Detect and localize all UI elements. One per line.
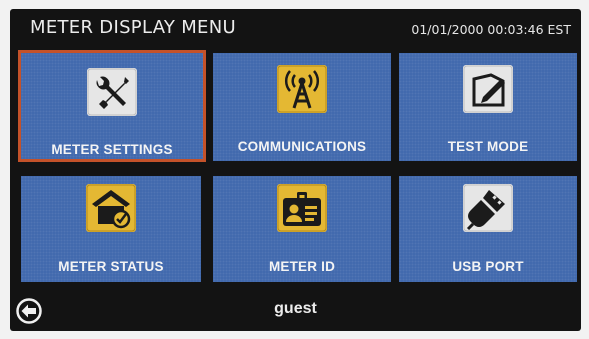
tile-label: METER STATUS [58,259,164,274]
datetime-readout: 01/01/2000 00:03:46 EST [411,22,571,37]
meter-status-button[interactable]: METER STATUS [21,176,201,282]
house-check-icon [86,184,136,232]
header-bar: METER DISPLAY MENU 01/01/2000 00:03:46 E… [10,9,581,49]
usb-plug-icon [463,184,513,232]
antenna-tower-icon [277,65,327,113]
current-user: guest [274,300,317,317]
tile-label: USB PORT [452,259,524,274]
communications-button[interactable]: COMMUNICATIONS [213,53,391,161]
test-mode-button[interactable]: TEST MODE [399,53,577,161]
meter-id-button[interactable]: METER ID [213,176,391,282]
tile-label: TEST MODE [447,139,529,154]
wrench-screwdriver-icon [87,68,137,116]
meter-screen: METER DISPLAY MENU 01/01/2000 00:03:46 E… [10,9,581,331]
tile-label: METER ID [268,259,336,274]
id-badge-icon [277,184,327,232]
page-title: METER DISPLAY MENU [30,17,236,38]
tile-label: COMMUNICATIONS [237,139,367,154]
footer-bar: guest [10,290,581,331]
tile-label: METER SETTINGS [51,142,173,157]
usb-port-button[interactable]: USB PORT [399,176,577,282]
pencil-paper-icon [463,65,513,113]
meter-settings-button[interactable]: METER SETTINGS [18,50,206,162]
